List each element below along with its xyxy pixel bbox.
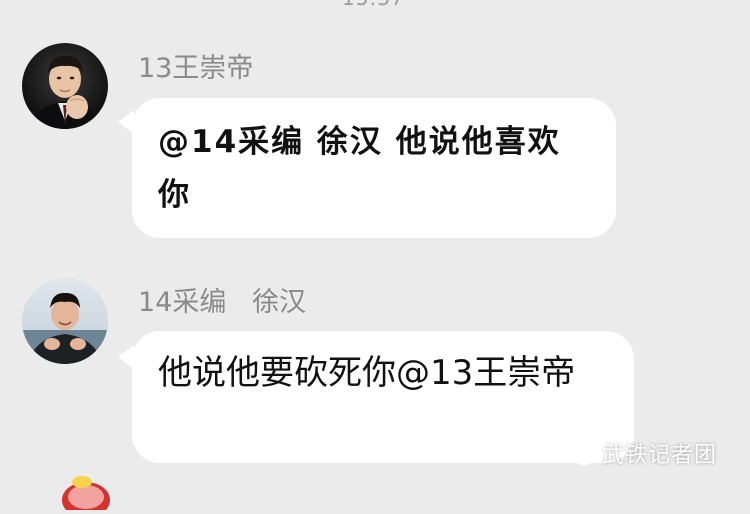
- next-avatar-icon[interactable]: [58, 470, 116, 514]
- watermark-text: 武铁记者团: [602, 443, 718, 468]
- message-bubble[interactable]: 他说他要砍死你@13王崇帝: [132, 331, 634, 463]
- message-bubble[interactable]: @14采编 徐汉 他说他喜欢你: [132, 98, 616, 238]
- watermark: 武铁记者团: [562, 438, 717, 468]
- leader-avatar-icon[interactable]: [22, 278, 108, 364]
- sender-name: 13王崇帝: [138, 53, 254, 84]
- chat-window: 15:37: [0, 0, 750, 514]
- man-avatar-icon[interactable]: [22, 43, 108, 129]
- wechat-icon: [563, 441, 595, 465]
- sender-name: 14采编 徐汉: [138, 287, 307, 318]
- timestamp: 15:37: [342, 0, 405, 10]
